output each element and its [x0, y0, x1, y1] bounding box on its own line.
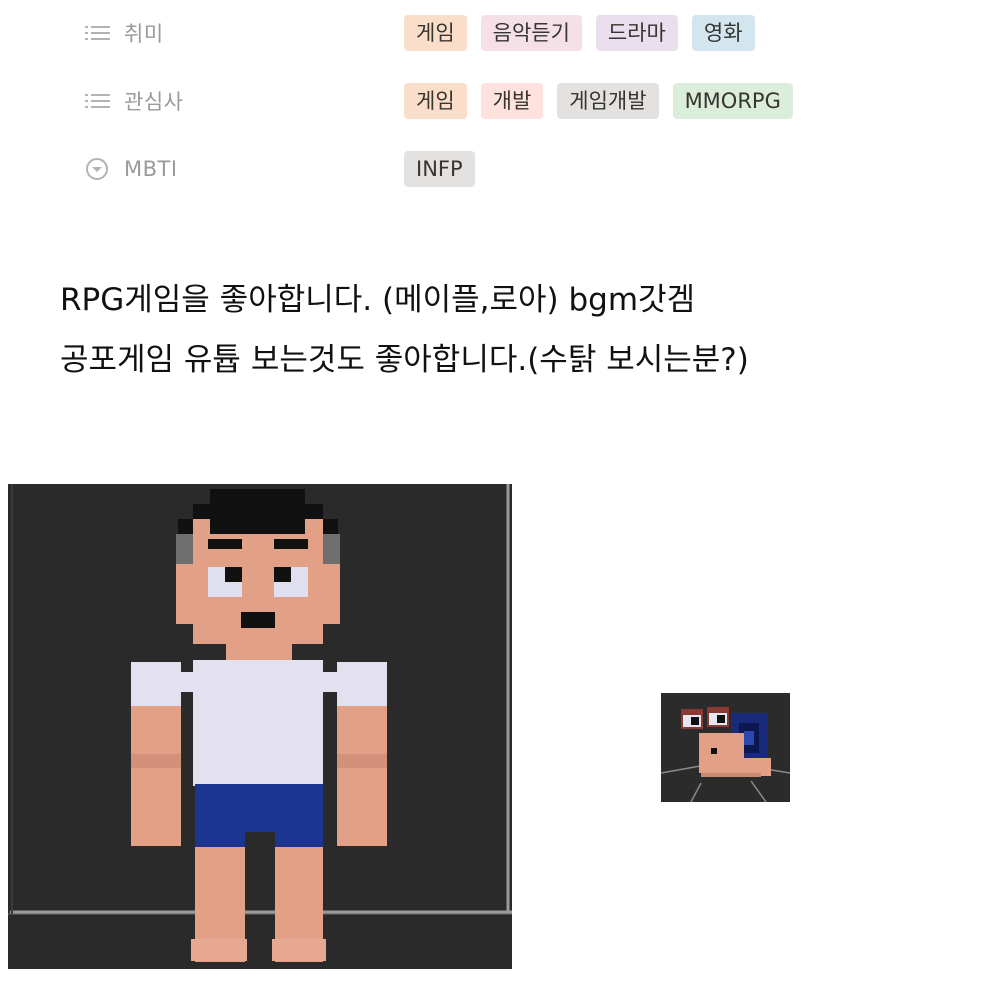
property-label-hobby[interactable]: 취미 — [84, 15, 164, 51]
select-circle-chevron-icon — [84, 158, 112, 180]
list-icon — [84, 22, 112, 44]
tag-game-dev[interactable]: 게임개발 — [557, 83, 659, 119]
tag-game[interactable]: 게임 — [404, 83, 467, 119]
property-values-interests[interactable]: 게임 개발 게임개발 MMORPG — [404, 83, 793, 119]
tag-game[interactable]: 게임 — [404, 15, 467, 51]
tag-drama[interactable]: 드라마 — [595, 15, 678, 51]
tag-music[interactable]: 음악듣기 — [480, 15, 582, 51]
property-label-text: MBTI — [124, 157, 178, 181]
property-row-mbti: MBTI INFP — [84, 151, 984, 191]
character-image — [8, 484, 512, 969]
tag-mmorpg[interactable]: MMORPG — [672, 83, 793, 119]
tag-dev[interactable]: 개발 — [480, 83, 544, 119]
snail-image — [661, 693, 790, 802]
tag-infp[interactable]: INFP — [404, 151, 475, 187]
property-values-hobby[interactable]: 게임 음악듣기 드라마 영화 — [404, 15, 755, 51]
property-label-text: 취미 — [124, 22, 164, 46]
property-label-interests[interactable]: 관심사 — [84, 83, 183, 119]
list-icon — [84, 90, 112, 112]
tag-movie[interactable]: 영화 — [691, 15, 755, 51]
property-label-mbti[interactable]: MBTI — [84, 151, 178, 187]
property-values-mbti[interactable]: INFP — [404, 151, 475, 187]
description-line-1: RPG게임을 좋아합니다. (메이플,로아) bgm갓겜 — [60, 282, 696, 318]
description-line-2: 공포게임 유튭 보는것도 좋아합니다.(수탉 보시는분?) — [60, 342, 749, 378]
property-label-text: 관심사 — [124, 90, 184, 114]
property-row-hobby: 취미 게임 음악듣기 드라마 영화 — [84, 15, 984, 55]
property-row-interests: 관심사 게임 개발 게임개발 MMORPG — [84, 83, 984, 123]
